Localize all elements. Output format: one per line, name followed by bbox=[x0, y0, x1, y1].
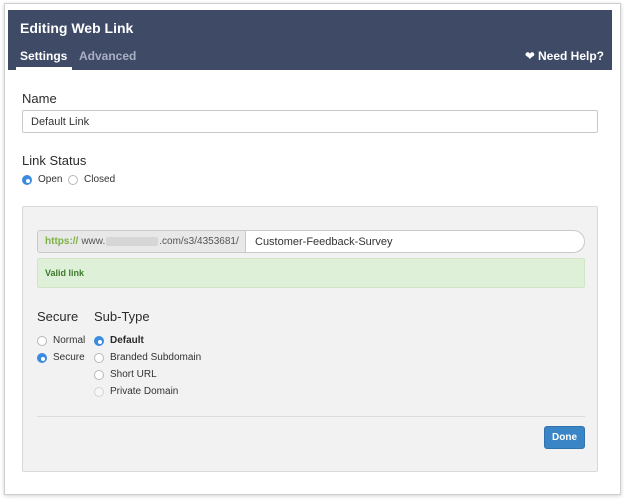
secure-option-label: Normal bbox=[53, 335, 86, 346]
subtype-option-label: Default bbox=[110, 335, 144, 346]
panel-divider bbox=[37, 416, 585, 417]
active-tab-indicator bbox=[16, 67, 72, 70]
name-label: Name bbox=[22, 91, 57, 106]
valid-link-alert: Valid link bbox=[37, 258, 585, 288]
radio-open[interactable] bbox=[22, 174, 32, 185]
tab-settings[interactable]: Settings bbox=[20, 49, 67, 63]
radio-private-domain[interactable] bbox=[94, 386, 104, 397]
secure-option-label: Secure bbox=[53, 352, 85, 363]
dialog-header: Editing Web Link Settings Advanced ❤ Nee… bbox=[8, 10, 612, 70]
radio-branded-subdomain[interactable] bbox=[94, 352, 104, 363]
secure-label: Secure bbox=[37, 309, 79, 324]
url-slug-input[interactable] bbox=[246, 231, 584, 252]
url-domain-end: .com/s3/4353681/ bbox=[159, 236, 239, 247]
link-status-label: Link Status bbox=[22, 153, 87, 168]
radio-short-url[interactable] bbox=[94, 369, 104, 380]
done-button[interactable]: Done bbox=[544, 426, 585, 449]
tab-advanced[interactable]: Advanced bbox=[79, 49, 136, 63]
url-prefix: https:// www. .com/s3/4353681/ bbox=[38, 231, 246, 252]
secure-option-secure[interactable]: Secure bbox=[37, 352, 85, 363]
need-help-label: Need Help? bbox=[537, 49, 604, 63]
subtype-option-label: Branded Subdomain bbox=[110, 352, 202, 363]
url-scheme: https:// bbox=[45, 236, 79, 247]
radio-normal[interactable] bbox=[37, 335, 47, 346]
name-input[interactable] bbox=[22, 110, 598, 133]
secure-option-normal[interactable]: Normal bbox=[37, 335, 85, 346]
radio-default[interactable] bbox=[94, 335, 104, 346]
subtype-label: Sub-Type bbox=[94, 309, 150, 324]
valid-link-message: Valid link bbox=[45, 268, 85, 278]
redacted-domain bbox=[106, 237, 159, 246]
need-help-link[interactable]: ❤ Need Help? bbox=[525, 49, 604, 63]
subtype-option-label: Short URL bbox=[110, 369, 157, 380]
subtype-option-label: Private Domain bbox=[110, 386, 179, 397]
url-field: https:// www. .com/s3/4353681/ bbox=[37, 230, 585, 253]
status-option-label: Open bbox=[38, 174, 63, 185]
dialog-title: Editing Web Link bbox=[20, 20, 134, 36]
subtype-option-private-domain[interactable]: Private Domain bbox=[94, 386, 178, 397]
link-settings-panel: https:// www. .com/s3/4353681/ Valid lin… bbox=[22, 206, 598, 472]
radio-secure[interactable] bbox=[37, 352, 47, 363]
heart-icon: ❤ bbox=[524, 49, 535, 63]
subtype-option-branded-subdomain[interactable]: Branded Subdomain bbox=[94, 352, 201, 363]
radio-closed[interactable] bbox=[68, 174, 78, 185]
subtype-option-default[interactable]: Default bbox=[94, 335, 144, 346]
subtype-option-short-url[interactable]: Short URL bbox=[94, 369, 157, 380]
url-domain-start: www. bbox=[81, 236, 106, 247]
status-option-label: Closed bbox=[84, 174, 116, 185]
status-option-closed[interactable]: Closed bbox=[68, 174, 115, 185]
status-option-open[interactable]: Open bbox=[22, 174, 62, 185]
